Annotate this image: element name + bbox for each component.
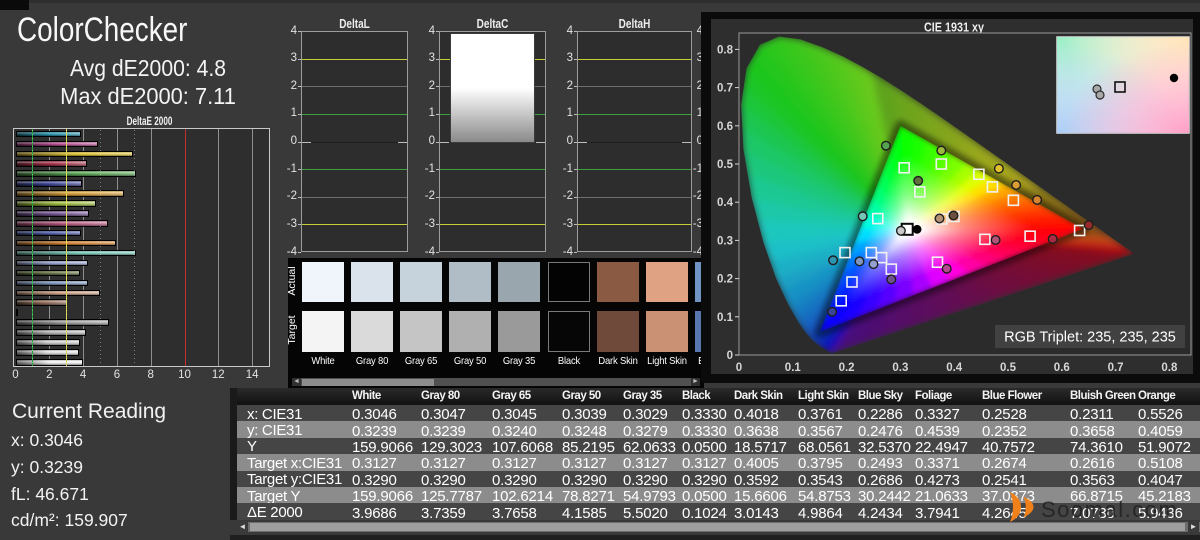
svg-text:RGB Triplet: 235, 235, 235: RGB Triplet: 235, 235, 235: [1004, 330, 1176, 346]
svg-text:0.3: 0.3: [717, 235, 733, 247]
svg-text:0: 0: [727, 350, 733, 362]
svg-text:0.3: 0.3: [892, 362, 908, 374]
svg-text:0.6: 0.6: [1054, 362, 1070, 374]
svg-text:0.8: 0.8: [1161, 362, 1178, 374]
svg-text:0: 0: [736, 362, 742, 374]
svg-text:0.7: 0.7: [1108, 362, 1124, 374]
svg-text:CIE 1931 xy: CIE 1931 xy: [924, 21, 984, 35]
svg-text:0.2: 0.2: [839, 362, 855, 374]
svg-text:0.5: 0.5: [1000, 362, 1017, 374]
svg-text:0.8: 0.8: [717, 44, 734, 56]
svg-text:0.5: 0.5: [717, 159, 734, 171]
svg-text:0.2: 0.2: [717, 274, 733, 286]
svg-text:0.7: 0.7: [717, 83, 733, 95]
svg-text:0.1: 0.1: [717, 312, 734, 324]
svg-text:0.4: 0.4: [717, 197, 734, 209]
svg-text:0.1: 0.1: [785, 362, 802, 374]
svg-text:0.4: 0.4: [946, 362, 963, 374]
svg-text:0.6: 0.6: [717, 121, 733, 133]
